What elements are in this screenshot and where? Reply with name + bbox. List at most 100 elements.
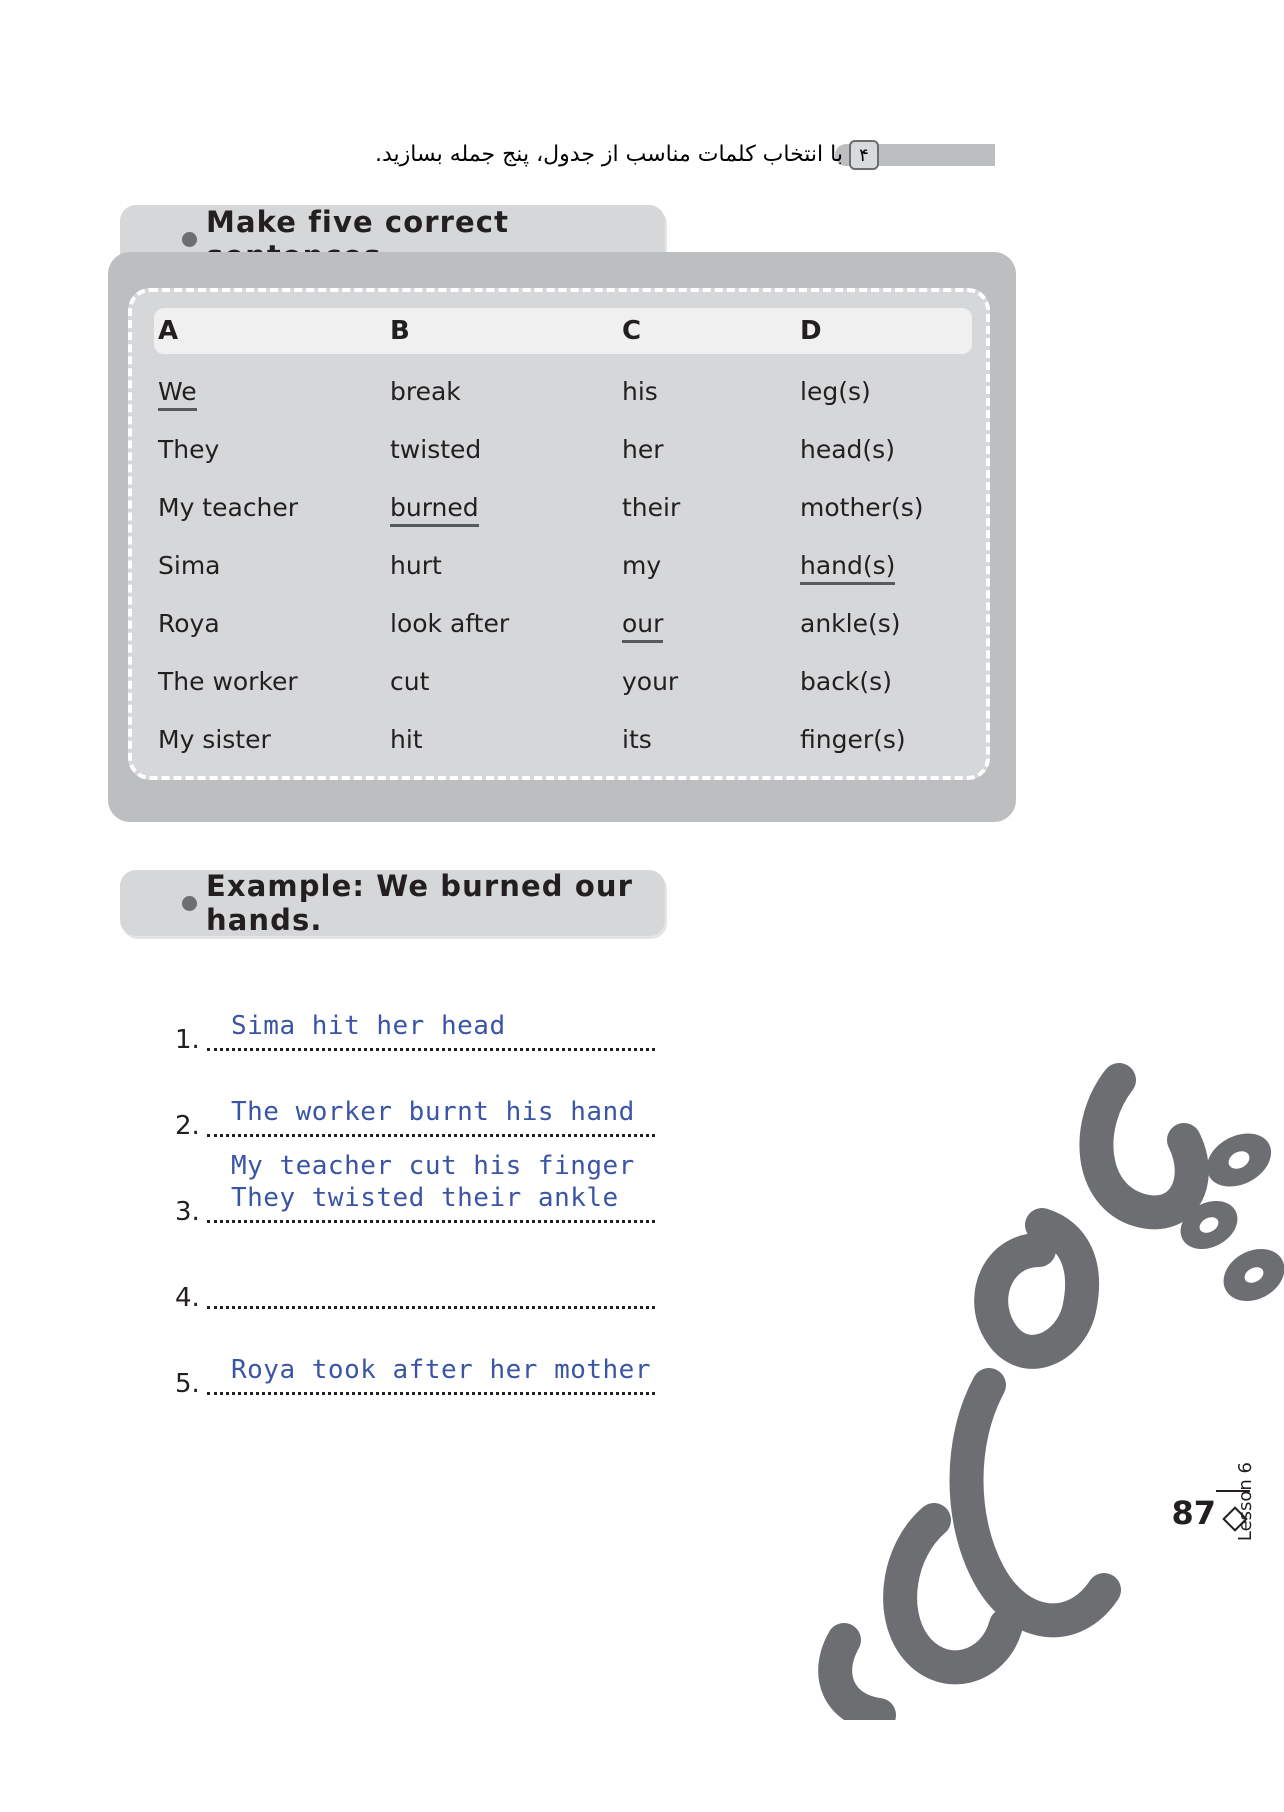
answer-line[interactable]: 3. They twisted their ankle	[175, 1147, 695, 1233]
table-cell-b: look after	[386, 609, 618, 638]
column-header-a: A	[158, 316, 179, 346]
table-cell-c: her	[618, 435, 796, 464]
table-row: We break his leg(s)	[154, 362, 972, 420]
table-cell-b: cut	[386, 667, 618, 696]
table-cell-text: your	[622, 666, 679, 696]
table-cell-text: back(s)	[800, 666, 892, 696]
answer-number: 3.	[175, 1197, 200, 1227]
table-row: Roya look after our ankle(s)	[154, 594, 972, 652]
answer-dotted-rule	[207, 1392, 655, 1395]
bullet-icon	[182, 231, 197, 247]
table-cell-c: their	[618, 493, 796, 522]
table-cell-b: break	[386, 377, 618, 406]
answer-dotted-rule	[207, 1306, 655, 1309]
column-header-b: B	[390, 316, 410, 346]
lesson-label: Lesson 6	[1235, 1462, 1256, 1542]
answer-lines-group: 1. Sima hit her head 2. The worker burnt hi…	[175, 975, 695, 1405]
table-cell-b: hurt	[386, 551, 618, 580]
table-cell-c: his	[618, 377, 796, 406]
answer-dotted-rule	[207, 1134, 655, 1137]
table-cell-text: The worker	[158, 666, 298, 696]
table-cell-text: our	[622, 608, 664, 643]
table-cell-a: My teacher	[154, 493, 386, 522]
table-row: My teacher burned their mother(s)	[154, 478, 972, 536]
table-cell-text: mother(s)	[800, 492, 924, 522]
answer-dotted-rule	[207, 1048, 655, 1051]
table-cell-a: The worker	[154, 667, 386, 696]
table-cell-text: finger(s)	[800, 724, 906, 754]
table-cell-text: her	[622, 434, 664, 464]
answer-number: 5.	[175, 1369, 200, 1399]
answer-number: 2.	[175, 1111, 200, 1141]
table-cell-text: look after	[390, 608, 510, 638]
table-body: We break his leg(s) They twisted her head(s) My …	[154, 362, 972, 768]
table-row: Sima hurt my hand(s)	[154, 536, 972, 594]
answer-number: 4.	[175, 1283, 200, 1313]
table-header-row: A B C D	[154, 308, 972, 354]
column-header-c: C	[622, 316, 642, 346]
table-cell-text: cut	[390, 666, 430, 696]
table-cell-d: head(s)	[796, 435, 972, 464]
column-header-d: D	[800, 316, 822, 346]
table-cell-text: ankle(s)	[800, 608, 901, 638]
table-cell-d: back(s)	[796, 667, 972, 696]
answer-handwriting[interactable]: Roya took after her mother	[231, 1355, 651, 1385]
word-table-panel: A B C D We break his leg(s) They twisted her he…	[128, 288, 990, 780]
page-number: 87	[1171, 1494, 1216, 1532]
answer-number: 1.	[175, 1025, 200, 1055]
table-cell-a: Roya	[154, 609, 386, 638]
table-cell-d: ankle(s)	[796, 609, 972, 638]
instruction-banner-example: Example: We burned our hands.	[120, 869, 665, 937]
table-cell-text: My teacher	[158, 492, 299, 522]
table-cell-text: My sister	[158, 724, 271, 754]
answer-handwriting[interactable]: The worker burnt his hand	[231, 1097, 635, 1127]
table-cell-a: My sister	[154, 725, 386, 754]
answer-line[interactable]: 1. Sima hit her head	[175, 975, 695, 1061]
table-row: They twisted her head(s)	[154, 420, 972, 478]
answer-line[interactable]: 4.	[175, 1233, 695, 1319]
table-cell-text: their	[622, 492, 681, 522]
table-cell-text: its	[622, 724, 652, 754]
table-cell-d: finger(s)	[796, 725, 972, 754]
table-cell-text: We	[158, 376, 197, 411]
table-cell-text: hand(s)	[800, 550, 896, 585]
table-cell-c: our	[618, 608, 796, 643]
table-cell-text: head(s)	[800, 434, 895, 464]
table-cell-a: Sima	[154, 551, 386, 580]
table-cell-text: twisted	[390, 434, 482, 464]
table-cell-c: my	[618, 551, 796, 580]
exercise-instruction-fa: با انتخاب کلمات مناسب از جدول، پنج جمله …	[374, 142, 843, 167]
answer-line[interactable]: 5. Roya took after her mother	[175, 1319, 695, 1405]
table-cell-text: They	[158, 434, 220, 464]
answer-line[interactable]: 2. The worker burnt his hand My teacher cu…	[175, 1061, 695, 1181]
table-cell-b: hit	[386, 725, 618, 754]
table-cell-text: hurt	[390, 550, 442, 580]
table-cell-c: your	[618, 667, 796, 696]
table-cell-d: hand(s)	[796, 550, 972, 585]
exercise-header: ۴ با انتخاب کلمات مناسب از جدول، پنج جمل…	[375, 138, 995, 172]
table-cell-a: We	[154, 376, 386, 411]
table-cell-d: leg(s)	[796, 377, 972, 406]
table-row: The worker cut your back(s)	[154, 652, 972, 710]
table-cell-text: leg(s)	[800, 376, 871, 406]
table-cell-a: They	[154, 435, 386, 464]
table-cell-b: twisted	[386, 435, 618, 464]
table-cell-text: his	[622, 376, 658, 406]
table-cell-b: burned	[386, 492, 618, 527]
table-cell-text: hit	[390, 724, 423, 754]
bullet-icon	[182, 895, 197, 911]
footer-rule	[1216, 1490, 1250, 1492]
table-cell-text: Roya	[158, 608, 220, 638]
table-cell-text: my	[622, 550, 662, 580]
answer-handwriting[interactable]: They twisted their ankle	[231, 1183, 619, 1213]
table-cell-text: break	[390, 376, 461, 406]
table-cell-text: burned	[390, 492, 479, 527]
table-cell-text: Sima	[158, 550, 221, 580]
answer-handwriting[interactable]: Sima hit her head	[231, 1011, 506, 1041]
worksheet-page: ۴ با انتخاب کلمات مناسب از جدول، پنج جمل…	[0, 0, 1284, 1812]
table-cell-c: its	[618, 725, 796, 754]
instruction-banner-example-label: Example: We burned our hands.	[206, 869, 634, 937]
persian-watermark-decoration	[784, 1020, 1284, 1732]
table-cell-d: mother(s)	[796, 493, 972, 522]
exercise-number-box: ۴	[849, 140, 879, 170]
